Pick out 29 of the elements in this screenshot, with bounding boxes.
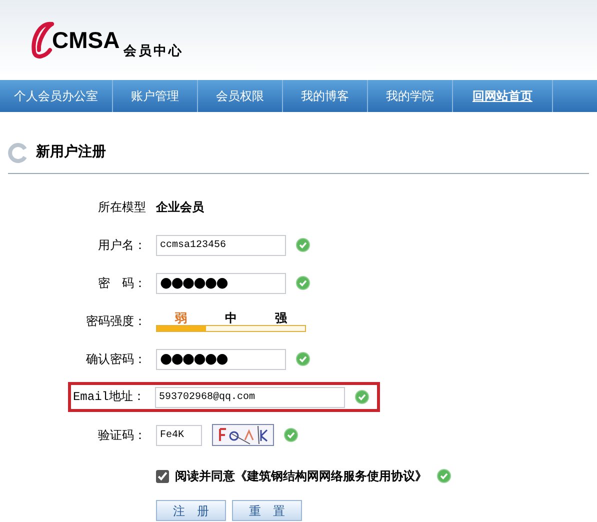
nav-tab[interactable]: 个人会员办公室 — [0, 80, 113, 112]
field-label: 密 码： — [97, 275, 146, 292]
field-label: Email地址： — [72, 389, 145, 406]
agree-checkbox[interactable] — [156, 470, 169, 482]
field-label: 用户名： — [97, 237, 146, 254]
input-field[interactable]: ccmsa123456 — [156, 234, 286, 256]
nav-tab[interactable]: 我的学院 — [368, 80, 453, 112]
input-field[interactable]: ●●●●●● — [156, 348, 286, 370]
site-subtitle: 会员中心 — [124, 45, 184, 58]
model-value: 企业会员 — [156, 199, 204, 216]
field-label: 确认密码： — [85, 351, 146, 368]
field-label: 验证码： — [97, 427, 146, 444]
form-button[interactable]: 注 册 — [156, 500, 226, 521]
input-field[interactable]: 593702968@qq.com — [155, 386, 345, 408]
field-label: 所在模型 — [97, 199, 146, 216]
page-title: 新用户注册 — [36, 142, 106, 162]
strength-label: 中 — [224, 310, 238, 324]
agreement-text: 阅读并同意《建筑钢结构网网络服务使用协议》 — [175, 468, 427, 485]
nav-tab[interactable]: 会员权限 — [198, 80, 283, 112]
field-label: 密码强度： — [85, 313, 146, 330]
strength-label: 弱 — [174, 310, 188, 324]
nav-tab[interactable]: 账户管理 — [113, 80, 198, 112]
home-link[interactable]: 回网站首页 — [453, 80, 553, 112]
form-button[interactable]: 重 置 — [232, 500, 302, 521]
input-field[interactable]: Fe4K — [156, 424, 202, 446]
strength-label: 强 — [274, 310, 288, 324]
nav-tab[interactable]: 我的博客 — [283, 80, 368, 112]
logo-text: CMSA — [52, 29, 120, 52]
input-field[interactable]: ●●●●●● — [156, 272, 286, 294]
